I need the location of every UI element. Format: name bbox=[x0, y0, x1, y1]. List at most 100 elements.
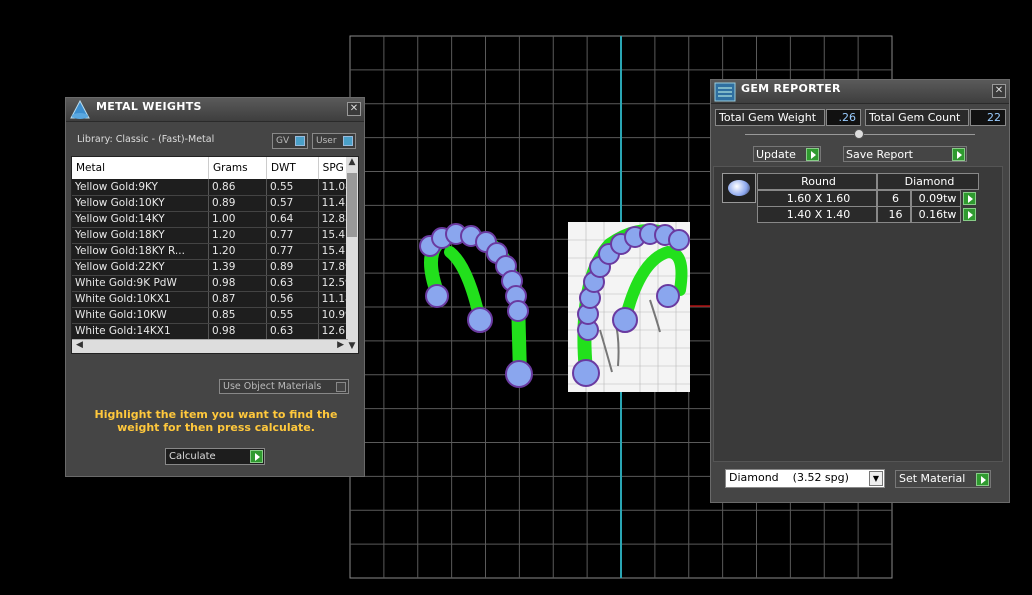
table-cell: 0.77 bbox=[266, 243, 319, 260]
use-object-materials-label: Use Object Materials bbox=[223, 381, 322, 392]
use-object-materials-toggle[interactable]: Use Object Materials bbox=[219, 379, 349, 394]
table-cell: White Gold:14KX1 bbox=[72, 323, 210, 340]
gem-reporter-titlebar[interactable]: GEM REPORTER ✕ bbox=[711, 80, 1009, 104]
table-row[interactable]: White Gold:14KX1 0.98 0.63 12.61 bbox=[72, 323, 358, 340]
set-material-button[interactable]: Set Material bbox=[895, 470, 991, 488]
scroll-right-icon[interactable]: ▶ bbox=[337, 340, 344, 350]
table-cell: 1.00 bbox=[208, 211, 267, 228]
table-cell: Yellow Gold:22KY bbox=[72, 259, 210, 276]
calculate-label: Calculate bbox=[169, 451, 216, 462]
table-cell: 0.98 bbox=[208, 323, 267, 340]
table-row[interactable]: Yellow Gold:18KY 1.20 0.77 15.41 bbox=[72, 227, 358, 244]
play-icon bbox=[250, 450, 263, 463]
table-cell: Yellow Gold:18KY bbox=[72, 227, 210, 244]
material-select-value: Diamond (3.52 spg) bbox=[729, 471, 849, 484]
table-cell: 1.20 bbox=[208, 243, 267, 260]
save-report-button[interactable]: Save Report bbox=[843, 146, 967, 162]
scroll-left-icon[interactable]: ◀ bbox=[76, 340, 83, 350]
table-cell: Yellow Gold:18KY R... bbox=[72, 243, 210, 260]
gem-reporter-app-icon bbox=[714, 82, 736, 102]
table-row[interactable]: White Gold:10KW 0.85 0.55 10.99 bbox=[72, 307, 358, 324]
round-gem-icon bbox=[728, 180, 750, 196]
metal-table[interactable]: Metal Grams DWT SPG Yellow Gold:9KY 0.86 0.55… bbox=[71, 156, 359, 354]
column-header[interactable]: Metal bbox=[72, 157, 210, 179]
gem-weight: 0.09tw bbox=[911, 190, 961, 207]
column-header[interactable]: DWT bbox=[266, 157, 319, 179]
table-cell: 0.77 bbox=[266, 227, 319, 244]
column-header[interactable]: Grams bbox=[208, 157, 267, 179]
calculate-button[interactable]: Calculate bbox=[165, 448, 265, 465]
gem-weight: 0.16tw bbox=[911, 206, 961, 223]
total-gem-weight-label: Total Gem Weight bbox=[715, 109, 825, 126]
play-icon[interactable] bbox=[963, 192, 976, 205]
table-row[interactable]: Yellow Gold:10KY 0.89 0.57 11.45 bbox=[72, 195, 358, 212]
slider-handle[interactable] bbox=[854, 129, 864, 139]
play-icon bbox=[952, 148, 965, 161]
table-cell: 0.55 bbox=[266, 307, 319, 324]
horizontal-scrollbar[interactable]: ◀ ▶ bbox=[72, 339, 348, 353]
metal-weights-app-icon bbox=[70, 99, 90, 119]
table-cell: 0.64 bbox=[266, 211, 319, 228]
table-cell: 1.20 bbox=[208, 227, 267, 244]
close-icon[interactable]: ✕ bbox=[992, 84, 1006, 98]
table-cell: Yellow Gold:9KY bbox=[72, 179, 210, 196]
gv-toggle[interactable]: GV bbox=[272, 133, 308, 149]
table-row[interactable]: Yellow Gold:9KY 0.86 0.55 11.08 bbox=[72, 179, 358, 196]
table-row[interactable]: White Gold:10KX1 0.87 0.56 11.18 bbox=[72, 291, 358, 308]
total-gem-count-label: Total Gem Count bbox=[865, 109, 969, 126]
table-cell: 0.86 bbox=[208, 179, 267, 196]
table-cell: 0.89 bbox=[208, 195, 267, 212]
close-icon[interactable]: ✕ bbox=[347, 102, 361, 116]
gem-list-area[interactable]: Round Diamond 1.60 X 1.60 6 0.09tw 1.40 X 1… bbox=[713, 166, 1003, 462]
material-select[interactable]: Diamond (3.52 spg) ▼ bbox=[725, 469, 885, 488]
metal-weights-title: METAL WEIGHTS bbox=[96, 100, 202, 113]
table-cell: White Gold:10KW bbox=[72, 307, 210, 324]
metal-weights-panel: METAL WEIGHTS ✕ Library: Classic - (Fast… bbox=[65, 97, 365, 477]
material-header: Diamond bbox=[877, 173, 979, 190]
table-cell: Yellow Gold:14KY bbox=[72, 211, 210, 228]
calculate-hint: Highlight the item you want to find the … bbox=[94, 408, 338, 434]
table-row[interactable]: Yellow Gold:14KY 1.00 0.64 12.88 bbox=[72, 211, 358, 228]
save-report-label: Save Report bbox=[846, 148, 913, 161]
gem-size: 1.60 X 1.60 bbox=[757, 190, 877, 207]
table-cell: White Gold:9K PdW bbox=[72, 275, 210, 292]
table-cell: 0.89 bbox=[266, 259, 319, 276]
gem-count: 16 bbox=[877, 206, 911, 223]
table-cell: 0.87 bbox=[208, 291, 267, 308]
gv-toggle-label: GV bbox=[276, 136, 290, 146]
table-cell: 0.63 bbox=[266, 323, 319, 340]
gem-reporter-title: GEM REPORTER bbox=[741, 82, 841, 95]
scroll-up-icon[interactable]: ▲ bbox=[346, 157, 358, 171]
size-slider[interactable] bbox=[745, 129, 975, 139]
total-gem-count-value: 22 bbox=[970, 109, 1006, 126]
table-cell: 0.57 bbox=[266, 195, 319, 212]
table-cell: 0.56 bbox=[266, 291, 319, 308]
table-cell: 0.63 bbox=[266, 275, 319, 292]
play-icon[interactable] bbox=[963, 208, 976, 221]
table-row[interactable]: White Gold:9K PdW 0.98 0.63 12.59 bbox=[72, 275, 358, 292]
table-cell: White Gold:10KX1 bbox=[72, 291, 210, 308]
metal-weights-titlebar[interactable]: METAL WEIGHTS ✕ bbox=[66, 98, 364, 122]
table-cell: 0.85 bbox=[208, 307, 267, 324]
scroll-thumb[interactable] bbox=[347, 173, 357, 237]
chevron-down-icon[interactable]: ▼ bbox=[869, 471, 883, 486]
vertical-scrollbar[interactable]: ▲ ▼ bbox=[346, 157, 358, 353]
user-toggle[interactable]: User bbox=[312, 133, 356, 149]
gem-size: 1.40 X 1.40 bbox=[757, 206, 877, 223]
update-button[interactable]: Update bbox=[753, 146, 821, 162]
set-material-label: Set Material bbox=[899, 472, 966, 485]
update-label: Update bbox=[756, 148, 796, 161]
table-cell: Yellow Gold:10KY bbox=[72, 195, 210, 212]
gem-reporter-panel: GEM REPORTER ✕ Total Gem Weight .26 Tota… bbox=[710, 79, 1010, 503]
shape-header: Round bbox=[757, 173, 877, 190]
round-diamond-thumbnail bbox=[722, 173, 756, 203]
total-gem-weight-value: .26 bbox=[826, 109, 861, 126]
library-label: Library: Classic - (Fast)-Metal bbox=[77, 134, 215, 145]
table-row[interactable]: Yellow Gold:18KY R... 1.20 0.77 15.41 bbox=[72, 243, 358, 260]
play-icon bbox=[976, 473, 989, 486]
table-cell: 1.39 bbox=[208, 259, 267, 276]
table-row[interactable]: Yellow Gold:22KY 1.39 0.89 17.89 bbox=[72, 259, 358, 276]
gem-count: 6 bbox=[877, 190, 911, 207]
table-cell: 0.98 bbox=[208, 275, 267, 292]
play-icon bbox=[806, 148, 819, 161]
